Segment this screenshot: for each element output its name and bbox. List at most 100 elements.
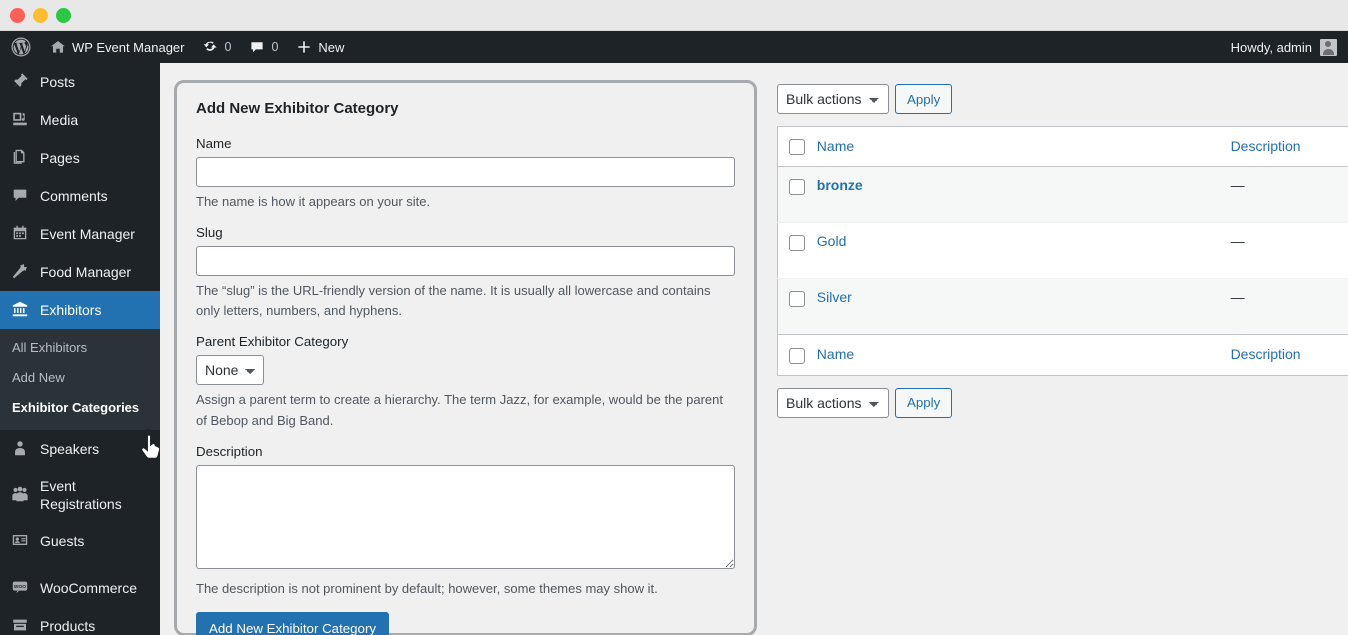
wordpress-logo-icon	[11, 37, 31, 57]
bulk-actions-select-top[interactable]: Bulk actions	[777, 84, 889, 114]
wp-logo-menu-item[interactable]	[0, 31, 41, 63]
sidebar-item-pages[interactable]: Pages	[0, 139, 160, 177]
description-textarea[interactable]	[196, 464, 735, 569]
sidebar-item-event-registrations[interactable]: Event Registrations	[0, 468, 160, 522]
sidebar-item-food-manager[interactable]: Food Manager	[0, 253, 160, 291]
admin-shell: Posts Media Pages Comments Event Manager	[0, 63, 1348, 635]
window-titlebar	[0, 0, 1348, 31]
sidebar-item-label: Media	[40, 112, 79, 128]
description-help-text: The description is not prominent by defa…	[196, 580, 658, 596]
sidebar-item-label: Posts	[40, 74, 76, 90]
sidebar-item-label: Products	[40, 618, 96, 634]
sidebar-item-label: Speakers	[40, 441, 100, 457]
term-name-link[interactable]: Gold	[817, 233, 847, 249]
site-name-label: WP Event Manager	[72, 39, 185, 55]
updates-menu-item[interactable]: 0	[193, 31, 240, 63]
sidebar-item-label: Comments	[40, 188, 108, 204]
term-name-link[interactable]: Silver	[817, 289, 852, 305]
terms-table-head: Name Description	[777, 126, 1348, 168]
column-header-name-top[interactable]: Name	[816, 126, 1231, 168]
sidebar-item-add-new[interactable]: Add New	[0, 363, 160, 393]
site-name-menu-item[interactable]: WP Event Manager	[41, 31, 193, 63]
apply-button-bottom[interactable]: Apply	[895, 387, 953, 418]
sidebar-item-guests[interactable]: Guests	[0, 522, 160, 560]
home-icon	[50, 39, 66, 55]
sidebar-item-products[interactable]: Products	[0, 607, 160, 635]
window-close-button[interactable]	[10, 7, 25, 23]
products-icon	[11, 616, 31, 635]
sidebar-item-label: Event Registrations	[40, 478, 122, 512]
sidebar-item-exhibitor-categories[interactable]: Exhibitor Categories	[0, 393, 160, 423]
apply-button-top[interactable]: Apply	[895, 84, 953, 114]
table-row[interactable]: Gold —	[777, 223, 1348, 279]
sidebar-item-event-manager[interactable]: Event Manager	[0, 215, 160, 253]
sidebar-item-posts[interactable]: Posts	[0, 63, 160, 101]
slug-label: Slug	[196, 225, 223, 241]
row-name-cell: Gold	[817, 223, 1231, 279]
sidebar-item-speakers[interactable]: Speakers	[0, 430, 160, 468]
name-input[interactable]	[196, 157, 735, 187]
admin-sidebar: Posts Media Pages Comments Event Manager	[0, 63, 160, 635]
slug-help-text: The “slug” is the URL-friendly version o…	[196, 283, 711, 319]
terms-table: Name Description bronze — Gold — Silver …	[777, 126, 1348, 376]
row-description-cell: —	[1230, 233, 1245, 250]
sidebar-item-label: Event Manager	[40, 226, 135, 242]
select-all-checkbox-bottom[interactable]	[789, 347, 805, 364]
comments-count: 0	[271, 40, 279, 54]
table-row[interactable]: bronze —	[777, 166, 1348, 223]
parent-category-select[interactable]: None	[196, 355, 264, 386]
carrot-icon	[11, 262, 31, 282]
parent-category-label: Parent Exhibitor Category	[196, 334, 349, 350]
sidebar-item-exhibitors[interactable]: Exhibitors	[0, 291, 160, 329]
new-content-menu-item[interactable]: New	[287, 31, 353, 63]
sidebar-item-woocommerce[interactable]: WOO WooCommerce	[0, 569, 160, 607]
row-checkbox[interactable]	[789, 178, 805, 195]
tablenav-bottom: Bulk actions Apply	[777, 387, 1348, 418]
sidebar-item-media[interactable]: Media	[0, 101, 160, 139]
parent-category-help-text: Assign a parent term to create a hierarc…	[196, 392, 724, 428]
sidebar-item-label: Pages	[40, 150, 80, 166]
sidebar-item-label: WooCommerce	[40, 580, 137, 596]
select-all-footer	[777, 334, 817, 376]
add-term-form-panel: Add New Exhibitor Category Name The name…	[174, 80, 757, 635]
slug-input[interactable]	[196, 246, 735, 277]
terms-list-panel: Bulk actions Apply Name Description bron…	[777, 80, 1348, 635]
pages-icon	[11, 148, 31, 168]
table-row[interactable]: Silver —	[777, 278, 1348, 335]
svg-text:WOO: WOO	[14, 584, 26, 590]
table-footer-row: Name Description	[777, 334, 1348, 376]
window-maximize-button[interactable]	[56, 7, 71, 23]
name-label: Name	[196, 136, 232, 151]
name-help-text: The name is how it appears on your site.	[196, 194, 431, 209]
column-header-description-top[interactable]: Description	[1230, 126, 1348, 168]
row-name-cell: Silver	[817, 279, 1231, 335]
sidebar-separator	[0, 560, 160, 569]
add-new-exhibitor-category-button[interactable]: Add New Exhibitor Category	[196, 611, 390, 635]
description-label: Description	[196, 443, 263, 459]
row-select-cell	[778, 279, 817, 335]
sidebar-item-comments[interactable]: Comments	[0, 177, 160, 215]
terms-table-foot: Name Description	[777, 334, 1348, 376]
row-checkbox[interactable]	[789, 234, 805, 251]
main-content: Add New Exhibitor Category Name The name…	[160, 63, 1348, 635]
admin-bar-right: Howdy, admin	[1231, 31, 1348, 63]
plus-icon	[296, 39, 312, 55]
form-title: Add New Exhibitor Category	[196, 100, 399, 117]
comment-icon	[249, 39, 265, 55]
column-header-name-bottom[interactable]: Name	[816, 334, 1231, 376]
row-name-cell: bronze	[817, 167, 1231, 223]
howdy-label: Howdy, admin	[1230, 39, 1312, 55]
updates-icon	[202, 39, 218, 55]
row-checkbox[interactable]	[789, 290, 805, 307]
media-icon	[11, 110, 31, 130]
sidebar-item-all-exhibitors[interactable]: All Exhibitors	[0, 333, 160, 363]
row-select-cell	[778, 167, 817, 223]
select-all-checkbox-top[interactable]	[789, 139, 805, 156]
window-minimize-button[interactable]	[33, 7, 48, 23]
term-name-link[interactable]: bronze	[817, 177, 863, 193]
column-header-description-bottom[interactable]: Description	[1230, 334, 1348, 376]
bank-icon	[11, 300, 31, 320]
comments-menu-item[interactable]: 0	[240, 31, 287, 63]
bulk-actions-select-bottom[interactable]: Bulk actions	[777, 387, 889, 418]
howdy-menu-item[interactable]: Howdy, admin	[1231, 31, 1312, 63]
